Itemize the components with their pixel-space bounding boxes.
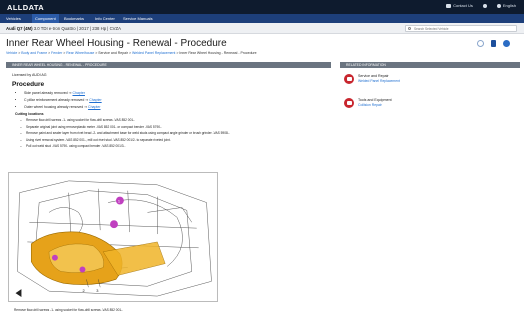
nav-vehicles[interactable]: Vehicles <box>6 16 21 21</box>
related-item-title: Tools and Equipment <box>358 98 392 102</box>
mail-icon <box>446 3 452 8</box>
procedure-figure[interactable]: 2 3 1 <box>8 172 218 302</box>
callout-marker <box>79 266 86 273</box>
list-item: Side panel already removed ⇒ Chapter <box>24 91 325 95</box>
procedure-heading: Procedure <box>12 81 45 88</box>
breadcrumb-vehicle[interactable]: Vehicle <box>6 51 17 55</box>
top-bar: ALLDATA Contact Us English <box>0 0 524 14</box>
breadcrumb-current: Inner Rear Wheel Housing - Renewal - Pro… <box>179 51 257 55</box>
search-icon <box>408 27 411 30</box>
nav-component[interactable]: Component <box>32 14 59 23</box>
print-icon[interactable] <box>477 40 484 47</box>
list-item: Remove paint and sealer layer from rivet… <box>20 131 325 135</box>
breadcrumb-welded-panel[interactable]: Welded Panel Replacement <box>132 51 175 55</box>
title-actions <box>477 40 510 47</box>
related-info-panel: RELATED INFORMATION Service and Repair W… <box>340 62 520 116</box>
language-select[interactable]: English <box>496 3 516 8</box>
list-item: Pull out weld stud -VAS 5790- using comp… <box>20 144 325 148</box>
contact-link[interactable]: Contact Us <box>446 3 473 8</box>
chapter-link[interactable]: Chapter <box>88 105 100 109</box>
vehicle-bar: Audi Q7 (4M) 3.0 TDI e-tron Quattro | 20… <box>0 23 524 34</box>
list-item: C pillar reinforcement already removed ⇒… <box>24 98 325 102</box>
related-item-title: Service and Repair <box>358 74 389 78</box>
info-icon[interactable] <box>503 40 510 47</box>
bookmark-icon[interactable] <box>491 40 496 47</box>
nav-bookmarks[interactable]: Bookmarks <box>64 16 84 21</box>
callout-marker <box>51 254 58 261</box>
callout-label: 1 <box>118 199 120 204</box>
nav-info-center[interactable]: Info Center <box>95 16 115 21</box>
callout-label: 2 <box>82 288 84 293</box>
main-nav: Vehicles Component Bookmarks Info Center… <box>0 14 524 23</box>
list-item: Using rivet removal system -VAS 852 001-… <box>20 138 325 142</box>
related-info-header: RELATED INFORMATION <box>340 62 520 68</box>
wheel-housing-illustration: 2 3 1 <box>9 173 217 301</box>
nav-service-manuals[interactable]: Service Manuals <box>123 16 153 21</box>
figure-caption: Remove flow-drill screws -1- using socke… <box>14 308 124 312</box>
breadcrumb-rear-wheelhouse[interactable]: Rear Wheelhouse <box>66 51 94 55</box>
license-note: Licensed by AUDI AG <box>12 73 47 77</box>
cutting-steps: Remove flow-drill screws -1- using socke… <box>12 118 325 148</box>
vehicle-selector[interactable]: Audi Q7 (4M) 3.0 TDI e-tron Quattro | 20… <box>6 26 121 31</box>
search-input[interactable] <box>414 26 514 31</box>
vehicle-detail: 3.0 TDI e-tron Quattro | 2017 | 238 Hp |… <box>33 26 122 31</box>
vehicle-name: Audi Q7 (4M) <box>6 26 33 31</box>
top-right-links: Contact Us English <box>446 3 516 8</box>
related-item-link[interactable]: Welded Panel Replacement <box>358 79 400 83</box>
alldata-logo[interactable]: ALLDATA <box>7 3 44 12</box>
toolbox-icon <box>344 98 354 108</box>
breadcrumb-body-frame[interactable]: Body and Frame <box>21 51 47 55</box>
related-item[interactable]: Tools and Equipment Collision Repair <box>340 96 520 116</box>
user-menu[interactable] <box>482 3 487 8</box>
user-icon <box>482 3 487 8</box>
globe-icon <box>496 3 501 8</box>
chapter-link[interactable]: Chapter <box>89 98 101 102</box>
callout-marker <box>110 220 118 229</box>
breadcrumb-fender[interactable]: Fender <box>51 51 62 55</box>
breadcrumb-service-repair: Service and Repair <box>98 51 129 55</box>
list-item: Remove flow-drill screws -1- using socke… <box>20 118 325 122</box>
search-box <box>405 25 517 32</box>
list-item: Outer wheel housing already removed ⇒ Ch… <box>24 105 325 109</box>
cutting-locations-heading: Cutting locations <box>15 112 44 116</box>
breadcrumb: Vehicle > Body and Frame > Fender > Rear… <box>6 51 257 55</box>
related-item-link[interactable]: Collision Repair <box>358 103 382 107</box>
prerequisite-list: Side panel already removed ⇒ Chapter C p… <box>12 91 325 109</box>
chapter-link[interactable]: Chapter <box>72 91 84 95</box>
list-item: Separate original joint using removeplas… <box>20 125 325 129</box>
page-title: Inner Rear Wheel Housing - Renewal - Pro… <box>6 38 227 49</box>
wrench-icon <box>344 74 354 84</box>
related-item[interactable]: Service and Repair Welded Panel Replacem… <box>340 72 520 92</box>
